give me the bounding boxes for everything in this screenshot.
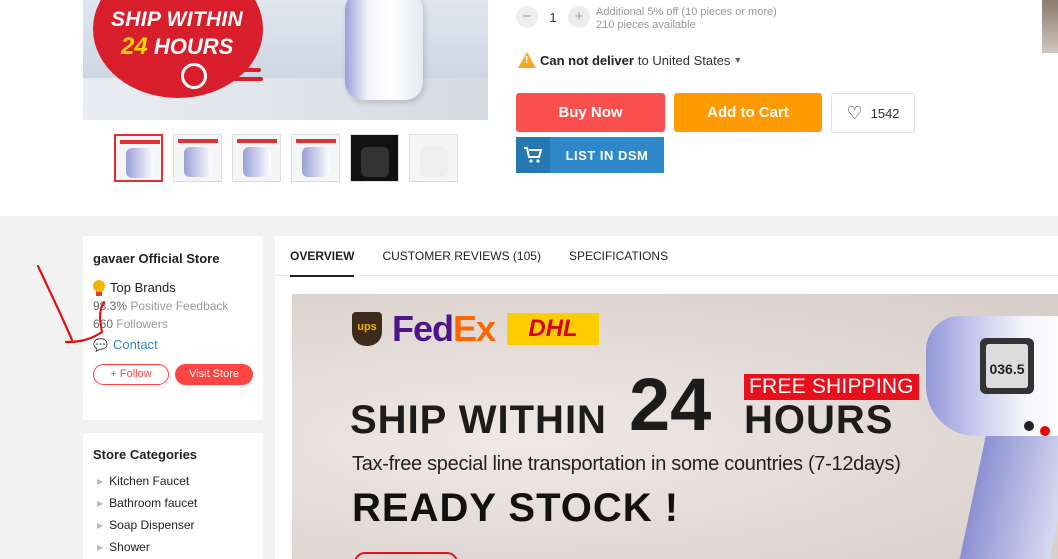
category-item[interactable]: ▶ Kitchen Faucet	[93, 470, 253, 492]
positive-feedback: 98.3% Positive Feedback	[93, 299, 229, 313]
store-categories: Store Categories ▶ Kitchen Faucet ▶ Bathro…	[83, 433, 263, 559]
tab-overview[interactable]: OVERVIEW	[290, 236, 355, 277]
delivery-destination-dropdown[interactable]: to United States	[638, 53, 731, 68]
thumbnail-strip	[114, 134, 458, 182]
store-name[interactable]: gavaer Official Store	[93, 251, 253, 266]
hours-number: 24	[629, 363, 712, 446]
thumbnail[interactable]	[173, 134, 222, 182]
description-banner: ups FedEx DHL FREE SHIPPING SHIP WITHIN …	[292, 294, 1058, 559]
followers-count: 660 Followers	[93, 317, 168, 331]
dhl-logo: DHL	[507, 313, 600, 345]
quantity-stepper: − 1 +	[516, 6, 590, 28]
badge-line-1: SHIP WITHIN	[111, 8, 244, 31]
product-summary: SHIP WITHIN 24 HOURS − 1 + Additional 5%…	[0, 0, 1058, 216]
visit-store-button[interactable]: Visit Store	[175, 364, 253, 385]
caret-right-icon: ▶	[97, 542, 104, 552]
category-item[interactable]: ▶ Bathroom faucet	[93, 492, 253, 514]
category-item[interactable]: ▶ Soap Dispenser	[93, 514, 253, 536]
speed-line	[233, 68, 261, 72]
hours-text: HOURS	[744, 398, 894, 442]
quantity-info: Additional 5% off (10 pieces or more) 21…	[596, 6, 777, 32]
store-actions: + Follow Visit Store	[93, 364, 253, 385]
courier-logos: ups FedEx DHL	[352, 308, 600, 350]
detail-tabs: OVERVIEW CUSTOMER REVIEWS (105) SPECIFIC…	[275, 236, 1058, 277]
free-shipping-label: FREE SHIPPING	[744, 374, 919, 400]
buy-now-button[interactable]: Buy Now	[516, 93, 665, 132]
ready-stock-text: READY STOCK !	[352, 486, 680, 530]
warning-icon: !	[518, 52, 536, 68]
tax-free-note: Tax-free special line transportation in …	[352, 453, 901, 475]
follow-button[interactable]: + Follow	[93, 364, 170, 385]
thumbnail[interactable]	[409, 134, 458, 182]
caret-right-icon: ▶	[97, 476, 104, 486]
add-to-cart-button[interactable]: Add to Cart	[674, 93, 822, 132]
side-thumbnail[interactable]	[1042, 0, 1058, 53]
availability-text: 210 pieces available	[596, 19, 696, 31]
store-categories-title: Store Categories	[93, 447, 198, 462]
quantity-value[interactable]: 1	[538, 10, 568, 25]
discount-note: Additional 5% off (10 pieces or more)	[596, 6, 777, 18]
category-item[interactable]: ▶ Shower	[93, 536, 253, 558]
ship-within-text: SHIP WITHIN	[350, 398, 607, 442]
delivery-status-label: Can not deliver	[540, 52, 634, 68]
thumbnail[interactable]	[350, 134, 399, 182]
wishlist-count: 1542	[870, 105, 900, 121]
thumbnail[interactable]	[232, 134, 281, 182]
badge-line-2: 24 HOURS	[121, 33, 234, 60]
ups-logo: ups	[352, 312, 382, 346]
caret-right-icon: ▶	[97, 520, 104, 530]
tab-specifications[interactable]: SPECIFICATIONS	[569, 236, 668, 276]
quantity-decrease-button[interactable]: −	[516, 6, 538, 28]
thermometer-photo	[345, 0, 423, 100]
banner-pill	[354, 552, 458, 559]
heart-icon: ♡	[846, 102, 863, 123]
thermometer-illustration: 036.5	[920, 306, 1058, 559]
quantity-increase-button[interactable]: +	[568, 6, 590, 28]
product-content: OVERVIEW CUSTOMER REVIEWS (105) SPECIFIC…	[275, 236, 1058, 559]
contact-link[interactable]: 💬 Contact	[93, 337, 253, 352]
cart-icon	[516, 137, 550, 173]
product-details-section: gavaer Official Store Top Brands 98.3% P…	[0, 216, 1058, 559]
product-main-image[interactable]: SHIP WITHIN 24 HOURS	[83, 0, 488, 120]
annotation-arrow	[36, 264, 105, 344]
speed-line	[223, 77, 263, 81]
fedex-logo: FedEx	[392, 308, 496, 349]
chevron-down-icon[interactable]: ▼	[733, 55, 742, 65]
wishlist-button[interactable]: ♡ 1542	[831, 93, 915, 133]
delivery-status: ! Can not deliver to United States ▼	[518, 52, 742, 68]
store-badge: Top Brands	[93, 280, 253, 296]
thumbnail[interactable]	[114, 134, 163, 182]
device-reading: 036.5	[986, 344, 1028, 388]
list-in-dsm-button[interactable]: LIST IN DSM	[516, 137, 664, 173]
caret-right-icon: ▶	[97, 498, 104, 508]
clock-icon	[181, 63, 207, 89]
category-list: ▶ Kitchen Faucet ▶ Bathroom faucet ▶ Soap D…	[93, 470, 253, 558]
tab-customer-reviews[interactable]: CUSTOMER REVIEWS (105)	[382, 236, 540, 276]
thumbnail[interactable]	[291, 134, 340, 182]
list-in-dsm-label: LIST IN DSM	[565, 147, 649, 163]
